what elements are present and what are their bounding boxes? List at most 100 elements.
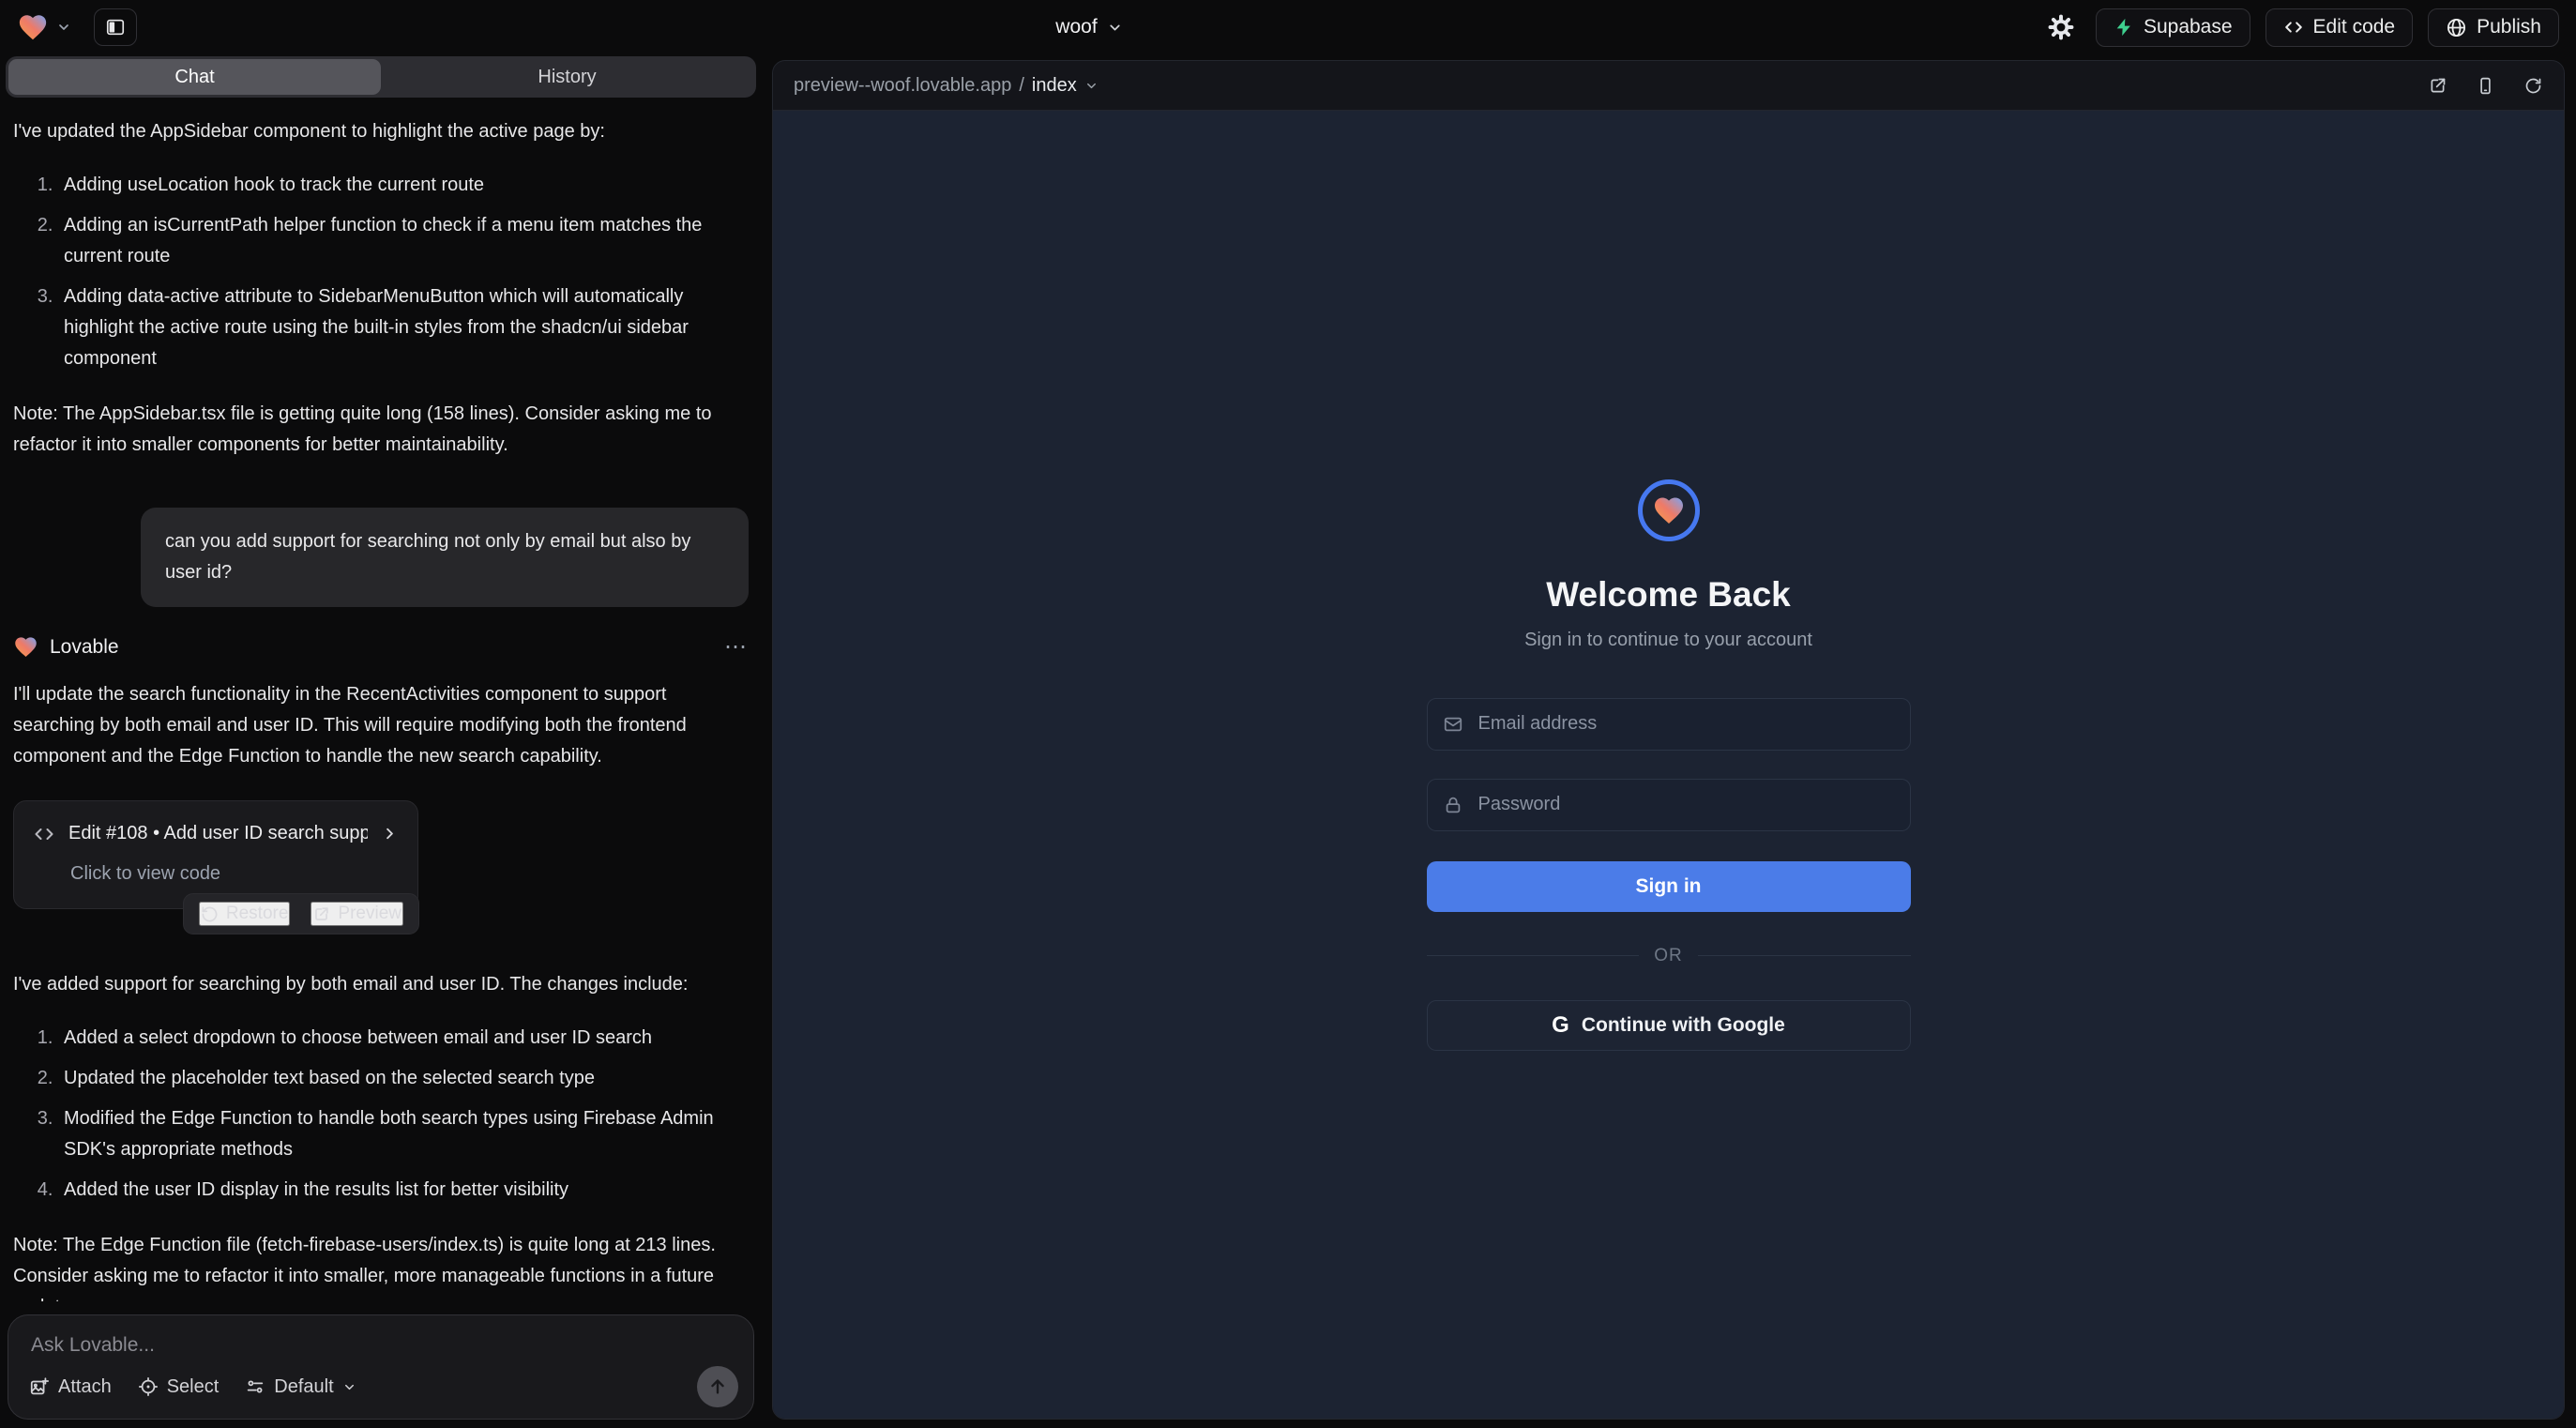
- lovable-app-window: woof Supabase Ed: [0, 0, 2576, 1428]
- mode-selector-button[interactable]: Default: [245, 1376, 356, 1398]
- or-label: OR: [1654, 946, 1683, 966]
- assistant-list: Added a select dropdown to choose betwee…: [13, 1023, 749, 1206]
- select-label: Select: [167, 1376, 220, 1398]
- divider-line: [1698, 955, 1911, 956]
- sidebar-toggle-button[interactable]: [94, 8, 137, 46]
- settings-button[interactable]: [2041, 8, 2081, 46]
- top-bar-right: Supabase Edit code Publish: [2041, 8, 2559, 47]
- edit-card-title: Edit #108 • Add user ID search supp...: [68, 818, 368, 849]
- composer-toolbar: Attach Select Default: [29, 1366, 738, 1407]
- chat-panel: Chat History I've updated the AppSidebar…: [0, 54, 762, 1428]
- top-bar: woof Supabase Ed: [0, 0, 2576, 54]
- preview-domain[interactable]: preview--woof.lovable.app: [794, 75, 1011, 97]
- email-field[interactable]: [1427, 698, 1911, 751]
- list-item: Adding useLocation hook to track the cur…: [58, 170, 749, 201]
- restore-button[interactable]: Restore: [199, 902, 291, 926]
- app-heart-icon: [1652, 494, 1686, 527]
- publish-label: Publish: [2477, 16, 2541, 38]
- preview-label: Preview: [338, 904, 402, 924]
- user-message-bubble: can you add support for searching not on…: [141, 508, 749, 607]
- preview-edit-button[interactable]: Preview: [311, 902, 403, 926]
- continue-with-google-button[interactable]: G Continue with Google: [1427, 1000, 1911, 1051]
- preview-panel: preview--woof.lovable.app / index: [772, 60, 2565, 1420]
- google-g-icon: G: [1552, 1012, 1569, 1039]
- list-item: Modified the Edge Function to handle bot…: [58, 1103, 749, 1165]
- edit-code-label: Edit code: [2313, 16, 2396, 38]
- list-item: Updated the placeholder text based on th…: [58, 1063, 749, 1094]
- attach-image-icon: [29, 1376, 50, 1397]
- attach-button[interactable]: Attach: [29, 1376, 112, 1398]
- restore-label: Restore: [226, 904, 289, 924]
- supabase-label: Supabase: [2144, 16, 2233, 38]
- chat-input[interactable]: [31, 1334, 731, 1357]
- preview-page-name[interactable]: index: [1032, 75, 1077, 97]
- preview-viewport: Welcome Back Sign in to continue to your…: [773, 111, 2564, 1419]
- edit-card-subtitle: Click to view code: [70, 858, 399, 889]
- mail-icon: [1443, 714, 1463, 735]
- supabase-bolt-icon: [2114, 17, 2134, 38]
- user-message-row: can you add support for searching not on…: [13, 508, 749, 607]
- supabase-button[interactable]: Supabase: [2096, 8, 2250, 47]
- url-separator: /: [1019, 75, 1024, 97]
- preview-toolbar-icons: [2428, 76, 2543, 96]
- globe-icon: [2446, 17, 2467, 38]
- assistant-paragraph: I'll update the search functionality in …: [13, 679, 749, 772]
- restore-icon: [201, 905, 219, 923]
- edit-version-card[interactable]: Edit #108 • Add user ID search supp... C…: [13, 800, 418, 909]
- chevron-down-icon: [56, 20, 71, 35]
- chevron-down-icon: [342, 1380, 356, 1394]
- list-item: Adding data-active attribute to SidebarM…: [58, 281, 749, 374]
- chat-history-tabs: Chat History: [6, 56, 756, 98]
- page-chevron-icon[interactable]: [1084, 79, 1099, 93]
- code-icon: [33, 823, 55, 845]
- project-menu-chevron-icon[interactable]: [1107, 20, 1123, 36]
- select-target-icon: [138, 1376, 159, 1397]
- or-divider: OR: [1427, 946, 1911, 966]
- email-field-wrapper: [1427, 698, 1911, 751]
- send-button[interactable]: [697, 1366, 738, 1407]
- edit-code-button[interactable]: Edit code: [2265, 8, 2414, 47]
- list-item: Added a select dropdown to choose betwee…: [58, 1023, 749, 1054]
- tab-chat[interactable]: Chat: [8, 59, 381, 95]
- google-button-label: Continue with Google: [1582, 1014, 1785, 1037]
- login-title: Welcome Back: [1546, 575, 1791, 615]
- assistant-paragraph: I've updated the AppSidebar component to…: [13, 116, 749, 147]
- lovable-avatar-heart-icon: [13, 634, 38, 660]
- edit-card-actions: Restore Preview: [183, 893, 419, 934]
- login-form: Welcome Back Sign in to continue to your…: [1427, 479, 1911, 1051]
- more-options-icon[interactable]: ⋯: [724, 631, 749, 662]
- external-link-icon: [312, 905, 330, 923]
- publish-button[interactable]: Publish: [2428, 8, 2559, 47]
- lovable-heart-icon: [17, 11, 49, 43]
- mobile-view-icon[interactable]: [2476, 76, 2495, 96]
- preview-url-bar: preview--woof.lovable.app / index: [773, 61, 2564, 111]
- assistant-header: Lovable ⋯: [13, 631, 749, 662]
- chat-message-list[interactable]: I've updated the AppSidebar component to…: [0, 98, 762, 1301]
- arrow-up-icon: [707, 1376, 728, 1397]
- lovable-logo-menu[interactable]: [17, 11, 71, 43]
- select-element-button[interactable]: Select: [138, 1376, 220, 1398]
- gear-icon: [2048, 14, 2074, 40]
- code-icon: [2283, 17, 2304, 38]
- tab-history[interactable]: History: [381, 59, 753, 95]
- list-item: Adding an isCurrentPath helper function …: [58, 210, 749, 272]
- open-in-new-tab-icon[interactable]: [2428, 76, 2447, 96]
- sliders-icon: [245, 1376, 265, 1397]
- refresh-icon[interactable]: [2523, 76, 2543, 96]
- list-item: Added the user ID display in the results…: [58, 1175, 749, 1206]
- mode-label: Default: [274, 1376, 333, 1398]
- chevron-right-icon: [381, 825, 399, 843]
- assistant-paragraph: I've added support for searching by both…: [13, 969, 749, 1000]
- top-bar-center: woof: [137, 16, 2041, 38]
- login-subtitle: Sign in to continue to your account: [1524, 630, 1812, 651]
- password-field-wrapper: [1427, 779, 1911, 831]
- assistant-note: Note: The Edge Function file (fetch-fire…: [13, 1230, 749, 1301]
- password-field[interactable]: [1427, 779, 1911, 831]
- top-bar-left: [17, 8, 137, 46]
- app-logo-circle: [1638, 479, 1700, 541]
- assistant-note: Note: The AppSidebar.tsx file is getting…: [13, 399, 749, 461]
- edit-card-header: Edit #108 • Add user ID search supp...: [33, 818, 399, 849]
- sign-in-button[interactable]: Sign in: [1427, 861, 1911, 912]
- panel-left-icon: [105, 17, 126, 38]
- chat-composer[interactable]: Attach Select Default: [8, 1314, 754, 1420]
